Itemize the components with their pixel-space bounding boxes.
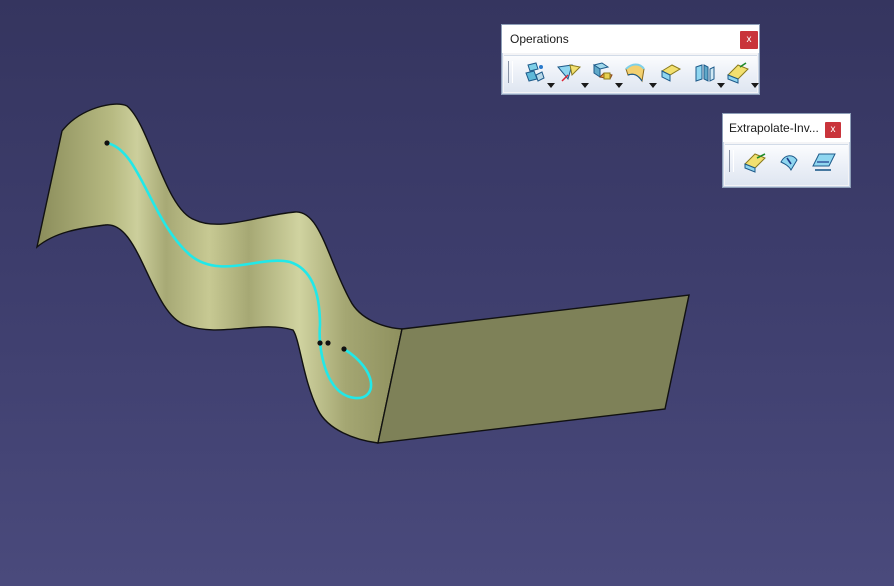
flat-surface[interactable] (377, 294, 690, 444)
join-icon (525, 62, 545, 82)
extrapolate-icon (744, 153, 766, 173)
chevron-down-icon[interactable] (751, 83, 759, 88)
split-icon (557, 64, 582, 82)
extrapolate-toolbar-titlebar[interactable]: Extrapolate-Inv... x (723, 114, 850, 142)
toolbar-grip[interactable] (508, 61, 513, 83)
curve-endpoint[interactable] (104, 140, 110, 146)
extrapolate-button[interactable] (688, 59, 725, 88)
operations-toolbar[interactable]: Operations x (501, 24, 760, 95)
operations-close-button[interactable]: x (740, 31, 758, 49)
extrapolate-close-button[interactable]: x (825, 122, 841, 138)
invert-orientation-button[interactable] (722, 59, 759, 88)
fillet-icon (625, 63, 645, 83)
close-icon: x (830, 124, 836, 135)
translate-button[interactable] (654, 59, 688, 87)
toolbar-grip[interactable] (729, 150, 734, 172)
near-button[interactable] (807, 148, 839, 176)
boundary-button[interactable] (586, 59, 623, 88)
extrapolate-toolbar-body (725, 144, 848, 185)
fillet-button[interactable] (620, 59, 657, 88)
invert-orientation-icon (727, 62, 749, 84)
join-button[interactable] (518, 59, 555, 88)
curve-endpoint[interactable] (325, 340, 331, 346)
close-icon: x (746, 34, 752, 45)
operations-toolbar-body (504, 55, 759, 92)
wavy-surface[interactable] (35, 103, 403, 444)
invert-button[interactable] (773, 148, 805, 176)
extrapolate-icon (695, 64, 715, 82)
operations-toolbar-titlebar[interactable]: Operations x (502, 25, 759, 53)
near-icon (812, 153, 836, 171)
curve-endpoint[interactable] (317, 340, 323, 346)
translate-icon (660, 64, 682, 82)
extrapolate-button[interactable] (739, 148, 771, 176)
boundary-icon (592, 62, 613, 80)
extrapolate-toolbar-title: Extrapolate-Inv... (729, 121, 819, 135)
invert-icon (780, 155, 798, 172)
curve-endpoint[interactable] (341, 346, 347, 352)
split-button[interactable] (552, 59, 589, 88)
operations-toolbar-title: Operations (510, 32, 569, 46)
extrapolate-toolbar[interactable]: Extrapolate-Inv... x (722, 113, 851, 188)
